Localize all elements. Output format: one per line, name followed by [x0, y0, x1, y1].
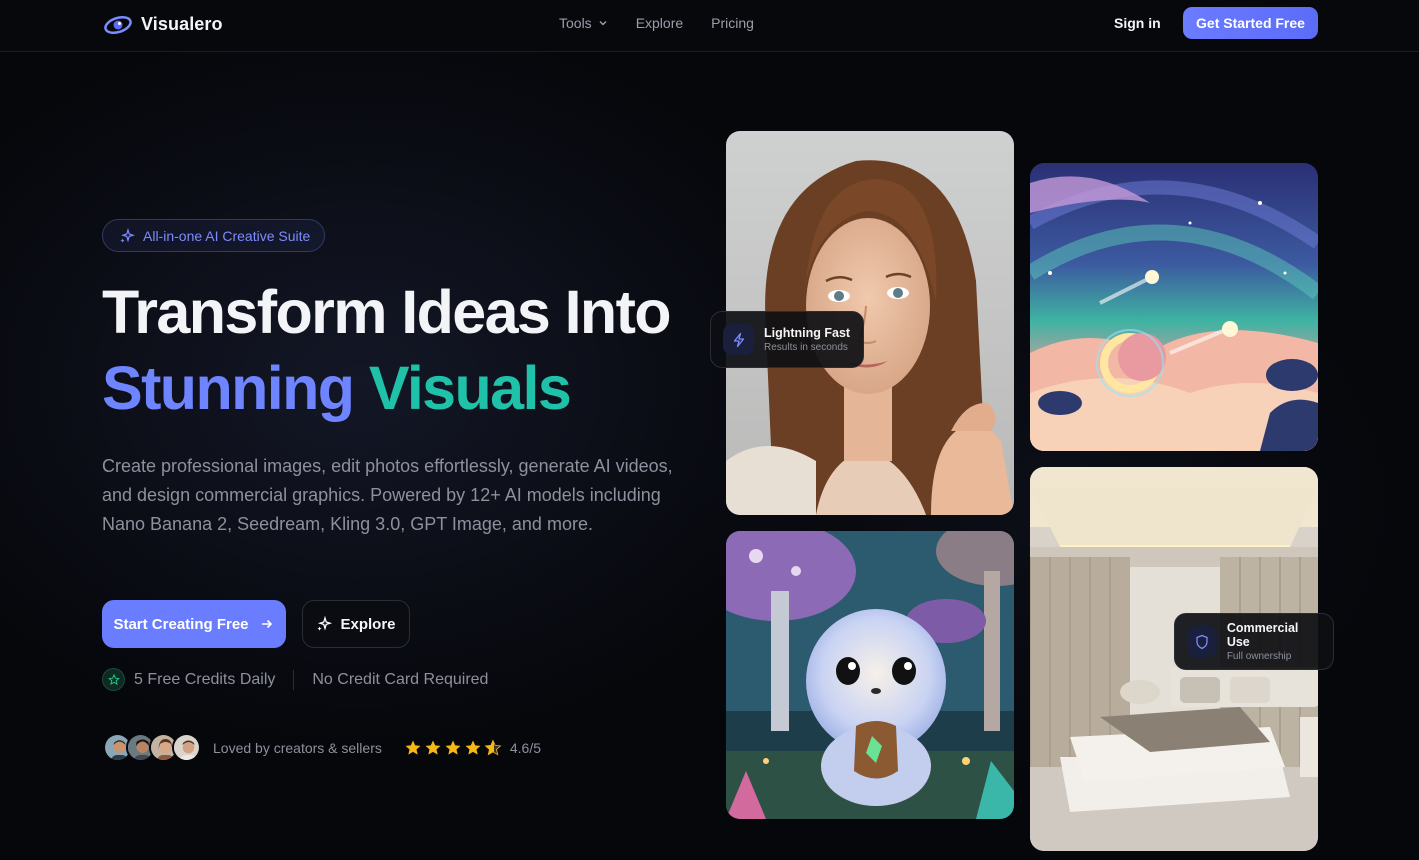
- brand-logo[interactable]: Visualero: [104, 10, 223, 38]
- social-proof: Loved by creators & sellers 4.6/5: [103, 733, 541, 762]
- brand-name: Visualero: [141, 13, 223, 34]
- nav-explore[interactable]: Explore: [636, 15, 683, 31]
- start-creating-label: Start Creating Free: [113, 615, 249, 633]
- avatar-group: [103, 733, 201, 762]
- lightning-fast-text: Lightning Fast Results in seconds: [764, 326, 850, 353]
- perk-no-card: No Credit Card Required: [312, 670, 489, 688]
- nav-tools-label: Tools: [559, 15, 592, 31]
- sparkles-icon: [317, 616, 333, 631]
- headline-line-1: Transform Ideas Into: [102, 278, 672, 346]
- avatar: [172, 733, 201, 762]
- chevron-down-icon: [599, 21, 607, 26]
- divider: [293, 669, 295, 690]
- creature-image: [726, 531, 1014, 819]
- star-icon: [405, 740, 421, 755]
- lightning-fast-card: Lightning Fast Results in seconds: [710, 311, 864, 368]
- top-nav: Visualero Tools Explore Pricing Sign in …: [0, 0, 1419, 52]
- nav-tools[interactable]: Tools: [559, 15, 608, 31]
- lightning-fast-subtitle: Results in seconds: [764, 342, 848, 353]
- star-icon: [425, 740, 441, 755]
- fantasy-sky-image: [1030, 163, 1318, 451]
- shield-icon: [1187, 626, 1217, 657]
- headline-line-2: Stunning Visuals: [102, 358, 572, 419]
- nav-pricing[interactable]: Pricing: [711, 15, 754, 31]
- star-icon: [445, 740, 461, 755]
- star-badge-icon: [102, 668, 125, 691]
- eye-logo-icon: [104, 15, 132, 35]
- headline-word-visuals: Visuals: [368, 354, 572, 422]
- rating-stars: [404, 739, 502, 757]
- hero-badge-label: All-in-one AI Creative Suite: [143, 227, 311, 244]
- social-text: Loved by creators & sellers: [213, 739, 382, 756]
- star-icon: [465, 740, 481, 755]
- signin-link[interactable]: Sign in: [1114, 15, 1161, 31]
- get-started-button[interactable]: Get Started Free: [1183, 7, 1318, 39]
- commercial-use-text: Commercial Use Full ownership: [1227, 621, 1321, 662]
- commercial-use-title: Commercial Use: [1226, 621, 1299, 649]
- nav-links: Tools Explore Pricing: [559, 15, 754, 31]
- commercial-use-card: Commercial Use Full ownership: [1174, 613, 1334, 670]
- explore-button-label: Explore: [340, 615, 396, 633]
- hero-badge: All-in-one AI Creative Suite: [102, 219, 326, 252]
- start-creating-button[interactable]: Start Creating Free: [102, 600, 286, 648]
- commercial-use-subtitle: Full ownership: [1226, 651, 1292, 662]
- headline-word-stunning: Stunning: [102, 354, 355, 422]
- arrow-right-icon: [261, 619, 272, 629]
- lightning-icon: [723, 324, 754, 355]
- sparkles-icon: [120, 227, 135, 243]
- perks-row: 5 Free Credits Daily No Credit Card Requ…: [102, 668, 488, 691]
- half-star-icon: [484, 739, 502, 755]
- perk-free-credits: 5 Free Credits Daily: [134, 670, 276, 688]
- rating-value: 4.6/5: [509, 739, 541, 756]
- explore-button[interactable]: Explore: [302, 600, 410, 648]
- lightning-fast-title: Lightning Fast: [764, 326, 851, 340]
- hero-description: Create professional images, edit photos …: [102, 456, 673, 534]
